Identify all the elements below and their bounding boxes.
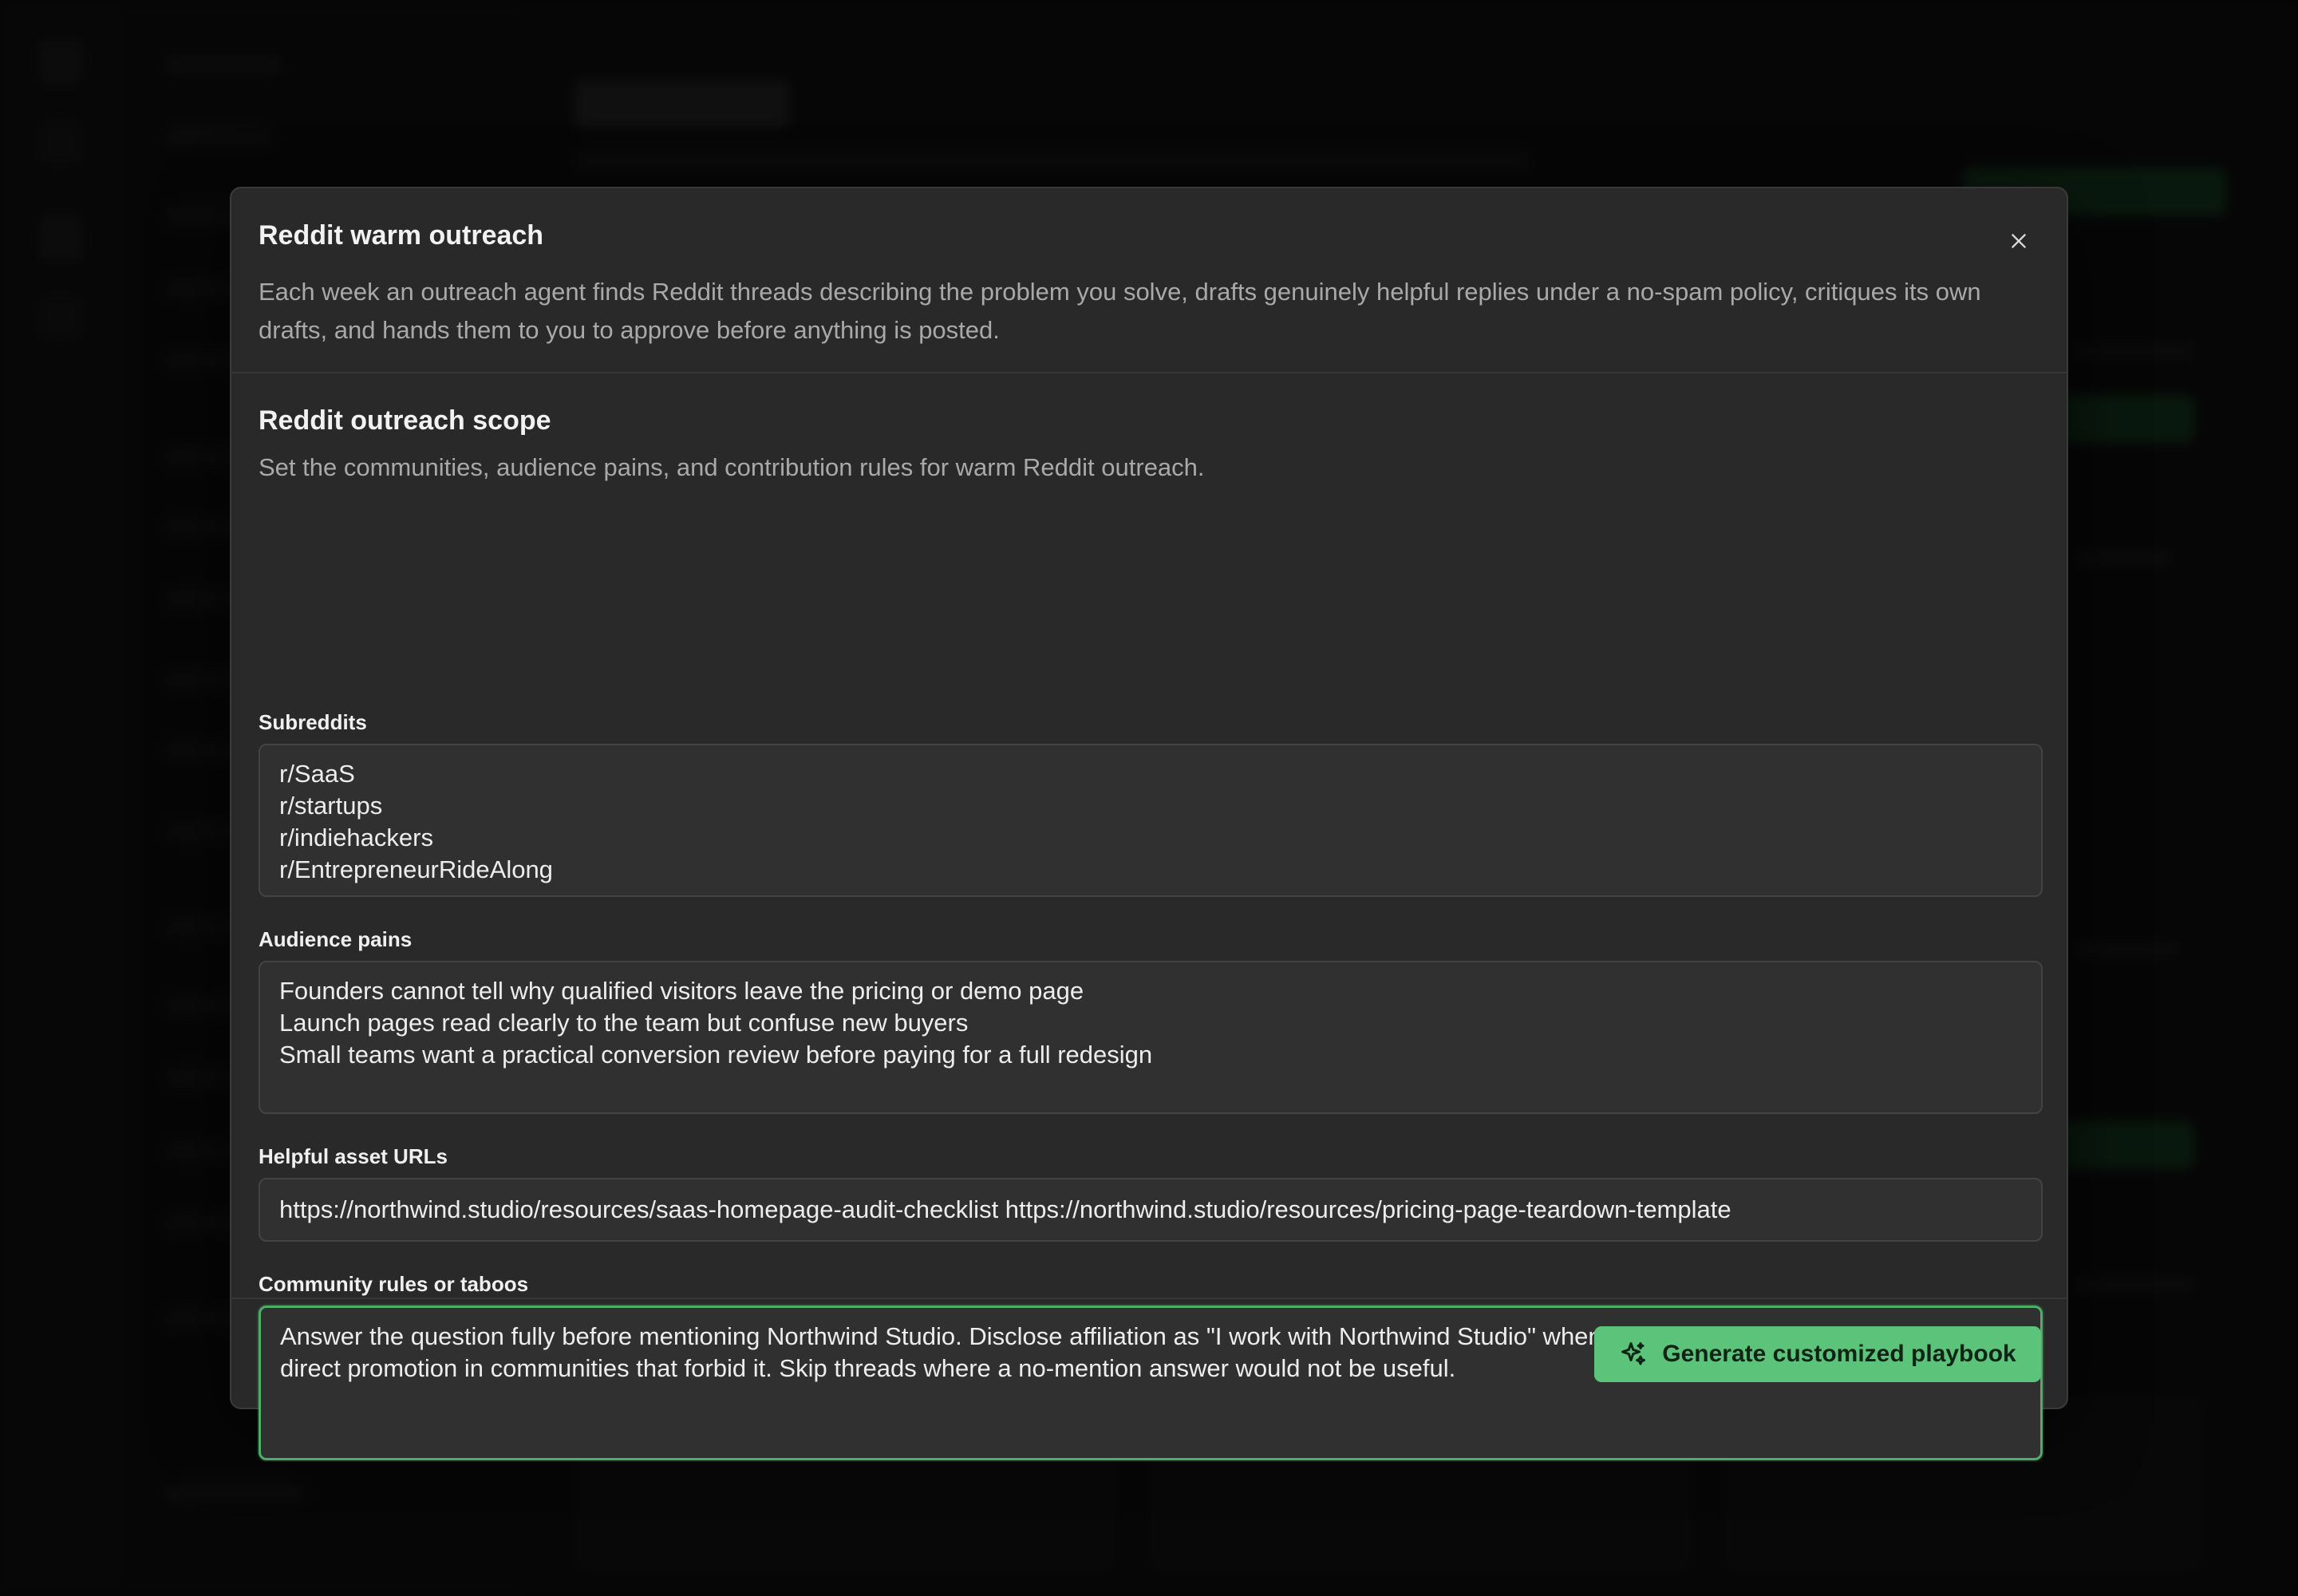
subreddits-label: Subreddits (259, 710, 367, 734)
generate-playbook-label: Generate customized playbook (1662, 1341, 2016, 1367)
close-button[interactable] (2001, 223, 2036, 259)
subreddits-textarea[interactable] (259, 744, 2043, 897)
modal-description: Each week an outreach agent finds Reddit… (259, 278, 1981, 344)
generate-playbook-button[interactable]: Generate customized playbook (1594, 1326, 2041, 1382)
modal-title: Reddit warm outreach (259, 220, 544, 251)
section-title: Reddit outreach scope (259, 405, 551, 436)
community-rules-label: Community rules or taboos (259, 1272, 529, 1296)
close-icon (2012, 234, 2026, 248)
outreach-modal: Reddit warm outreach Each week an outrea… (230, 187, 2068, 1460)
modal-footer: Generate customized playbook (231, 1298, 2067, 1408)
modal-header: Reddit warm outreach Each week an outrea… (231, 188, 2067, 373)
sparkles-icon (1621, 1342, 1646, 1365)
asset-urls-label: Helpful asset URLs (259, 1144, 448, 1168)
asset-urls-input[interactable]: https://northwind.studio/resources/saas-… (259, 1178, 2043, 1242)
audience-pains-label: Audience pains (259, 927, 413, 951)
section-description: Set the communities, audience pains, and… (259, 453, 1205, 481)
audience-pains-textarea[interactable] (259, 961, 2043, 1114)
